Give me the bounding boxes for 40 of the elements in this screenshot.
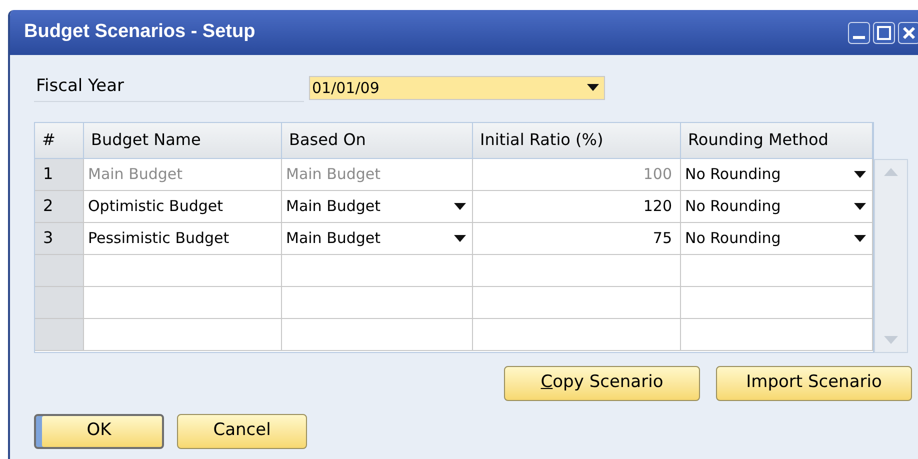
scroll-down-icon[interactable] [884, 336, 898, 344]
column-header[interactable]: Budget Name [84, 122, 282, 158]
column-header[interactable]: Initial Ratio (%) [473, 122, 681, 158]
table-cell: 100 [473, 158, 681, 190]
row-header[interactable]: 3 [35, 222, 84, 254]
caret-icon [454, 234, 466, 242]
close-icon[interactable] [898, 22, 918, 44]
row-header[interactable] [35, 286, 84, 318]
maximize-icon[interactable] [873, 22, 895, 44]
table-cell[interactable]: No Rounding [685, 194, 781, 218]
minimize-icon[interactable] [848, 22, 870, 44]
dialog-button[interactable]: OK [34, 414, 164, 448]
row-header[interactable] [35, 254, 84, 286]
table-cell: Optimistic Budget [84, 190, 282, 222]
row-header[interactable]: 2 [35, 190, 84, 222]
caret-icon [587, 84, 599, 92]
window-title: Budget Scenarios - Setup [24, 20, 256, 44]
column-header[interactable]: # [35, 122, 84, 158]
row-header[interactable] [35, 318, 84, 350]
action-button[interactable]: Import Scenario [716, 366, 912, 400]
fiscal-year-dropdown[interactable]: 01/01/09 [309, 76, 605, 100]
scroll-up-icon[interactable] [884, 168, 898, 176]
table-cell[interactable]: Main Budget [286, 226, 381, 250]
caret-icon [854, 202, 866, 210]
table-cell[interactable]: No Rounding [685, 226, 781, 250]
scrollbar[interactable] [874, 158, 908, 352]
dialog-button[interactable]: Cancel [177, 414, 307, 448]
caret-icon [854, 170, 866, 178]
caret-icon [854, 234, 866, 242]
table-cell: 75 [473, 222, 681, 254]
column-header[interactable]: Based On [282, 122, 473, 158]
field-label: Fiscal Year [34, 74, 304, 102]
action-button[interactable]: Copy Scenario [504, 366, 700, 400]
column-header[interactable]: Rounding Method [681, 122, 873, 158]
caret-icon [454, 202, 466, 210]
table-cell: Main Budget [84, 158, 282, 190]
table-cell-text: Main Budget [286, 164, 381, 185]
table-cell: Pessimistic Budget [84, 222, 282, 254]
table-cell: 120 [473, 190, 681, 222]
table-cell[interactable]: Main Budget [286, 194, 381, 218]
